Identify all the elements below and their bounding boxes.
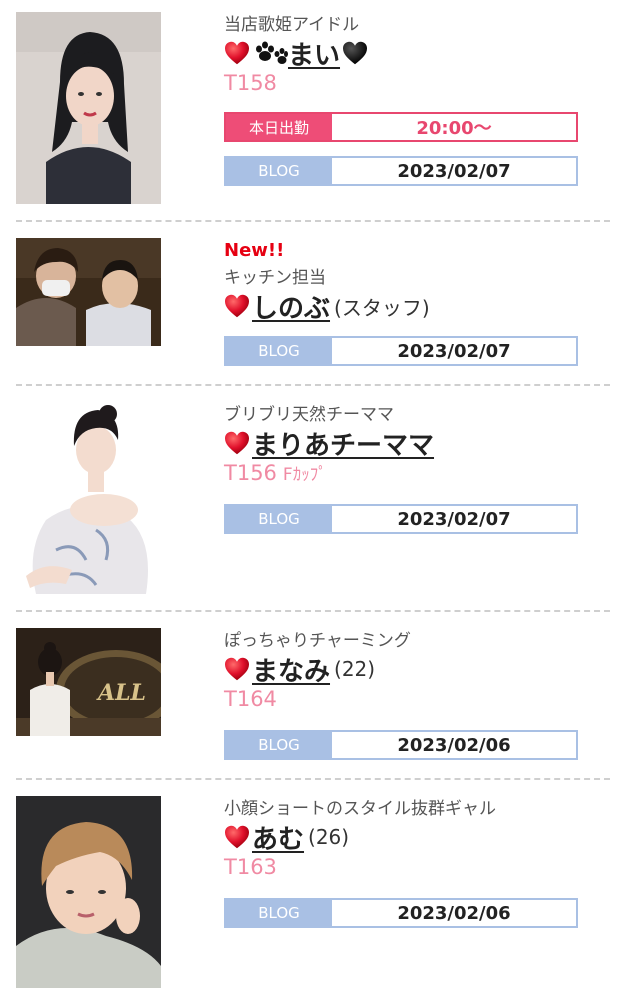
cast-name-row: まりあチーママ: [224, 425, 584, 462]
cast-name-row: しのぶ (スタッフ): [224, 288, 584, 325]
cast-height-row: T156 Fｶｯﾌﾟ: [224, 460, 584, 486]
divider: [16, 220, 610, 222]
divider: [16, 610, 610, 612]
blog-date: 2023/02/06: [397, 734, 511, 756]
blog-date: 2023/02/07: [397, 160, 511, 182]
work-schedule-box: 本日出勤 20:00〜: [224, 112, 578, 142]
cast-photo[interactable]: [16, 796, 161, 988]
cast-info: 当店歌姫アイドル まい T158: [224, 14, 584, 96]
cast-photo[interactable]: ALL: [16, 628, 161, 736]
heart-icon: [224, 431, 250, 455]
cast-name-link[interactable]: あむ: [252, 819, 304, 856]
cast-name-suffix: (22): [334, 657, 376, 681]
cast-info: ブリブリ天然チーママ まりあチーママ T156 Fｶｯﾌﾟ: [224, 404, 584, 486]
cast-height: T164: [224, 687, 277, 711]
cast-tagline: ぽっちゃりチャーミング: [224, 631, 411, 651]
blog-link[interactable]: BLOG 2023/02/07: [224, 504, 578, 534]
cast-info: ぽっちゃりチャーミング まなみ (22) T164: [224, 630, 584, 712]
blog-date: 2023/02/07: [397, 340, 511, 362]
cast-tagline: 当店歌姫アイドル: [224, 15, 360, 35]
cast-name-row: まい: [224, 35, 584, 72]
cast-height: T163: [224, 855, 277, 879]
cast-tagline: キッチン担当: [224, 268, 326, 288]
cast-photo[interactable]: [16, 400, 161, 594]
cast-tagline: ブリブリ天然チーママ: [224, 405, 394, 425]
cast-name-row: あむ (26): [224, 819, 584, 856]
blog-link[interactable]: BLOG 2023/02/06: [224, 898, 578, 928]
heart-icon: [224, 41, 250, 65]
cast-name-link[interactable]: まなみ: [252, 651, 330, 688]
blog-label: BLOG: [226, 900, 332, 926]
cast-name-suffix: (26): [308, 825, 350, 849]
cast-info: 小顔ショートのスタイル抜群ギャル あむ (26) T163: [224, 798, 584, 880]
black-heart-icon: [342, 41, 368, 65]
cast-name-suffix: (スタッフ): [334, 295, 430, 320]
blog-label: BLOG: [226, 158, 332, 184]
blog-date: 2023/02/06: [397, 902, 511, 924]
blog-link[interactable]: BLOG 2023/02/06: [224, 730, 578, 760]
blog-label: BLOG: [226, 732, 332, 758]
blog-link[interactable]: BLOG 2023/02/07: [224, 156, 578, 186]
cast-height: T158: [224, 71, 277, 95]
heart-icon: [224, 294, 250, 318]
divider: [16, 384, 610, 386]
blog-link[interactable]: BLOG 2023/02/07: [224, 336, 578, 366]
cast-info: New!! キッチン担当 しのぶ (スタッフ): [224, 240, 584, 325]
cast-height: T156: [224, 461, 277, 485]
cast-name-link[interactable]: しのぶ: [252, 288, 330, 325]
blog-label: BLOG: [226, 338, 332, 364]
paw-icon: [256, 41, 288, 64]
cast-tagline: 小顔ショートのスタイル抜群ギャル: [224, 799, 496, 819]
cast-list: 当店歌姫アイドル まい T158 本日出勤 20:00〜 BLOG 2023/0…: [0, 0, 625, 999]
work-label: 本日出勤: [226, 114, 332, 140]
cast-cup-size: Fｶｯﾌﾟ: [282, 465, 327, 485]
new-badge: New!!: [224, 240, 285, 261]
work-time: 20:00〜: [416, 118, 492, 139]
cast-name-link[interactable]: まい: [288, 35, 340, 72]
blog-label: BLOG: [226, 506, 332, 532]
svg-text:ALL: ALL: [96, 680, 146, 706]
cast-name-link[interactable]: まりあチーママ: [252, 425, 434, 462]
cast-photo[interactable]: [16, 238, 161, 346]
blog-date: 2023/02/07: [397, 508, 511, 530]
heart-icon: [224, 825, 250, 849]
cast-photo[interactable]: [16, 12, 161, 204]
heart-icon: [224, 657, 250, 681]
divider: [16, 778, 610, 780]
cast-name-row: まなみ (22): [224, 651, 584, 688]
